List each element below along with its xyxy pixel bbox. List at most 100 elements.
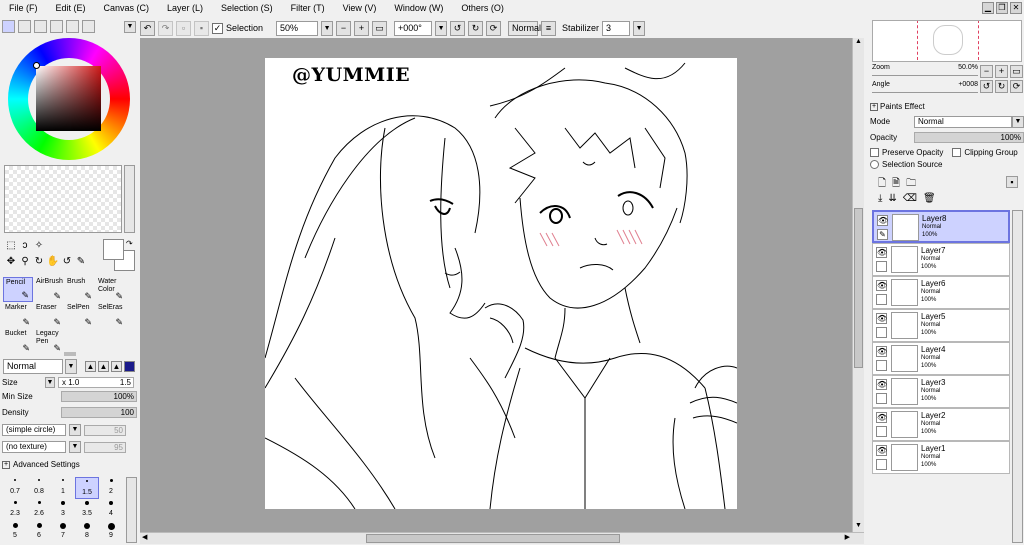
menu-canvas[interactable]: Canvas (C) [95,0,159,17]
new-folder-icon[interactable]: 🗀 [906,176,916,193]
brush-tool[interactable]: Water Color ✎ [96,277,126,302]
rotate-left-icon[interactable]: ↺ [450,20,466,36]
scratchpad-tab-icon[interactable] [82,20,95,33]
nav-zoom-in-icon[interactable]: + [995,65,1008,78]
menu-others[interactable]: Others (O) [452,0,513,17]
nav-rotate-reset-icon[interactable]: ⟳ [1010,80,1023,93]
nav-angle-slider[interactable] [872,89,978,93]
brush-tool[interactable]: AirBrush ✎ [34,277,64,302]
menu-file[interactable]: File (F) [0,0,47,17]
expand-icon[interactable]: + [2,460,10,469]
brush-tool[interactable]: Brush ✎ [65,277,95,302]
zoom-in-icon[interactable]: + [354,20,370,36]
texture-dropdown-icon[interactable]: ▼ [69,441,81,453]
scroll-right-icon[interactable]: ▶ [845,533,850,541]
new-linework-layer-icon[interactable]: 🗎 [892,176,900,193]
brush-shape-2-icon[interactable]: ▲ [98,361,109,372]
redo-icon[interactable]: ↷ [158,20,173,36]
eye-icon[interactable]: 👁 [876,346,887,357]
brush-size-preset[interactable]: 2 [99,477,123,499]
canvas-vscroll-thumb[interactable] [854,208,863,368]
brush-size-preset[interactable]: 6 [27,521,51,543]
brush-tool[interactable]: Marker ✎ [3,303,33,328]
texture-field[interactable]: (no texture) [2,441,66,453]
angle-dropdown-icon[interactable]: ▼ [435,20,448,36]
canvas-vertical-scrollbar[interactable]: ▲ ▼ [852,38,864,532]
size-slider[interactable]: x 1.0 1.5 [58,377,134,388]
deselect-icon[interactable]: ▫ [176,20,191,36]
scroll-left-icon[interactable]: ◀ [142,533,147,541]
lock-toggle-icon[interactable] [876,426,887,437]
pencil-icon[interactable]: ✎ [877,229,888,240]
merge-down-icon[interactable]: ⇊ [888,193,896,204]
brush-size-preset[interactable]: 0.7 [3,477,27,499]
layer-opacity-slider[interactable]: 100% [914,132,1024,143]
layer-row[interactable]: 👁 Layer6 Normal 100% [872,276,1010,309]
swap-colors-icon[interactable]: ↷ [126,239,133,248]
navigator-preview[interactable] [872,20,1022,62]
stabilizer-dropdown-icon[interactable]: ▼ [633,20,646,36]
paints-effect-expand-icon[interactable]: + [870,102,878,111]
scroll-down-icon[interactable]: ▼ [854,522,863,532]
brush-tool[interactable]: Pencil ✎ [3,277,33,302]
panel-menu-icon[interactable]: ▼ [124,21,136,33]
zoom-icon[interactable]: ⚲ [18,256,32,268]
move-icon[interactable]: ✥ [4,256,18,268]
lock-toggle-icon[interactable] [876,360,887,371]
zoom-field[interactable]: 50% [276,20,319,36]
brush-shape-3-icon[interactable]: ▲ [111,361,122,372]
brush-size-preset[interactable]: 3.5 [75,499,99,521]
eye-icon[interactable]: 👁 [876,313,887,324]
brush-shape-4-icon[interactable] [124,361,135,372]
brush-size-preset[interactable]: 2.3 [3,499,27,521]
eye-icon[interactable]: 👁 [877,215,888,226]
brush-shape-dropdown-icon[interactable]: ▼ [69,424,81,436]
restore-icon[interactable]: ❐ [996,2,1008,14]
selection-checkbox[interactable]: ✓ [212,22,223,34]
drawing-canvas[interactable]: @YUMMIE [265,58,737,509]
menu-edit[interactable]: Edit (E) [47,0,95,17]
nav-rotate-left-icon[interactable]: ↺ [980,80,993,93]
brush-size-preset[interactable]: 8 [75,521,99,543]
foreground-color-swatch[interactable] [103,239,124,260]
stabilizer-field[interactable]: 3 [602,20,631,36]
transfer-down-icon[interactable]: ⤓ [878,193,882,204]
flip-mode-field[interactable]: Normal [508,20,541,36]
rect-select-icon[interactable]: ⬚ [4,240,18,252]
scratchpad-scrollbar[interactable] [124,165,135,233]
hand-icon[interactable]: ✋ [46,256,60,268]
eyedropper-icon[interactable]: ✎ [74,256,88,268]
layer-panel-menu-icon[interactable]: ▪ [1006,176,1018,188]
brush-shape-1-icon[interactable]: ▲ [85,361,96,372]
layer-row[interactable]: 👁 Layer4 Normal 100% [872,342,1010,375]
brush-tool[interactable]: SelEras ✎ [96,303,126,328]
eye-icon[interactable]: 👁 [876,247,887,258]
eye-icon[interactable]: 👁 [876,280,887,291]
hsv-slider-tab-icon[interactable] [34,20,47,33]
eye-icon[interactable]: 👁 [876,379,887,390]
angle-field[interactable]: +000° [394,20,433,36]
scroll-up-icon[interactable]: ▲ [854,38,863,48]
menu-view[interactable]: View (V) [334,0,386,17]
invert-selection-icon[interactable]: ▪ [194,20,209,36]
menu-selection[interactable]: Selection (S) [212,0,282,17]
clipping-group-checkbox[interactable] [952,148,962,157]
delete-layer-icon[interactable]: 🗑 [923,193,936,204]
nav-zoom-reset-icon[interactable]: ▭ [1010,65,1023,78]
layer-row[interactable]: 👁 Layer3 Normal 100% [872,375,1010,408]
lock-toggle-icon[interactable] [876,327,887,338]
lock-toggle-icon[interactable] [876,459,887,470]
brush-tool[interactable]: SelPen ✎ [65,303,95,328]
lock-toggle-icon[interactable] [876,261,887,272]
menu-window[interactable]: Window (W) [385,0,452,17]
menu-layer[interactable]: Layer (L) [158,0,212,17]
texture-strength[interactable]: 95 [84,441,126,453]
eye-icon[interactable]: 👁 [876,445,887,456]
brush-tool[interactable]: Bucket ✎ [3,329,33,354]
layer-row[interactable]: 👁 ✎ Layer8 Normal 100% [872,210,1010,243]
nav-zoom-out-icon[interactable]: − [980,65,993,78]
advanced-settings-row[interactable]: + Advanced Settings [2,460,80,469]
minimize-icon[interactable]: ▁ [982,2,994,14]
min-size-slider[interactable]: 100% [61,391,137,402]
canvas-horizontal-scrollbar[interactable]: ◀ ▶ [140,532,864,544]
